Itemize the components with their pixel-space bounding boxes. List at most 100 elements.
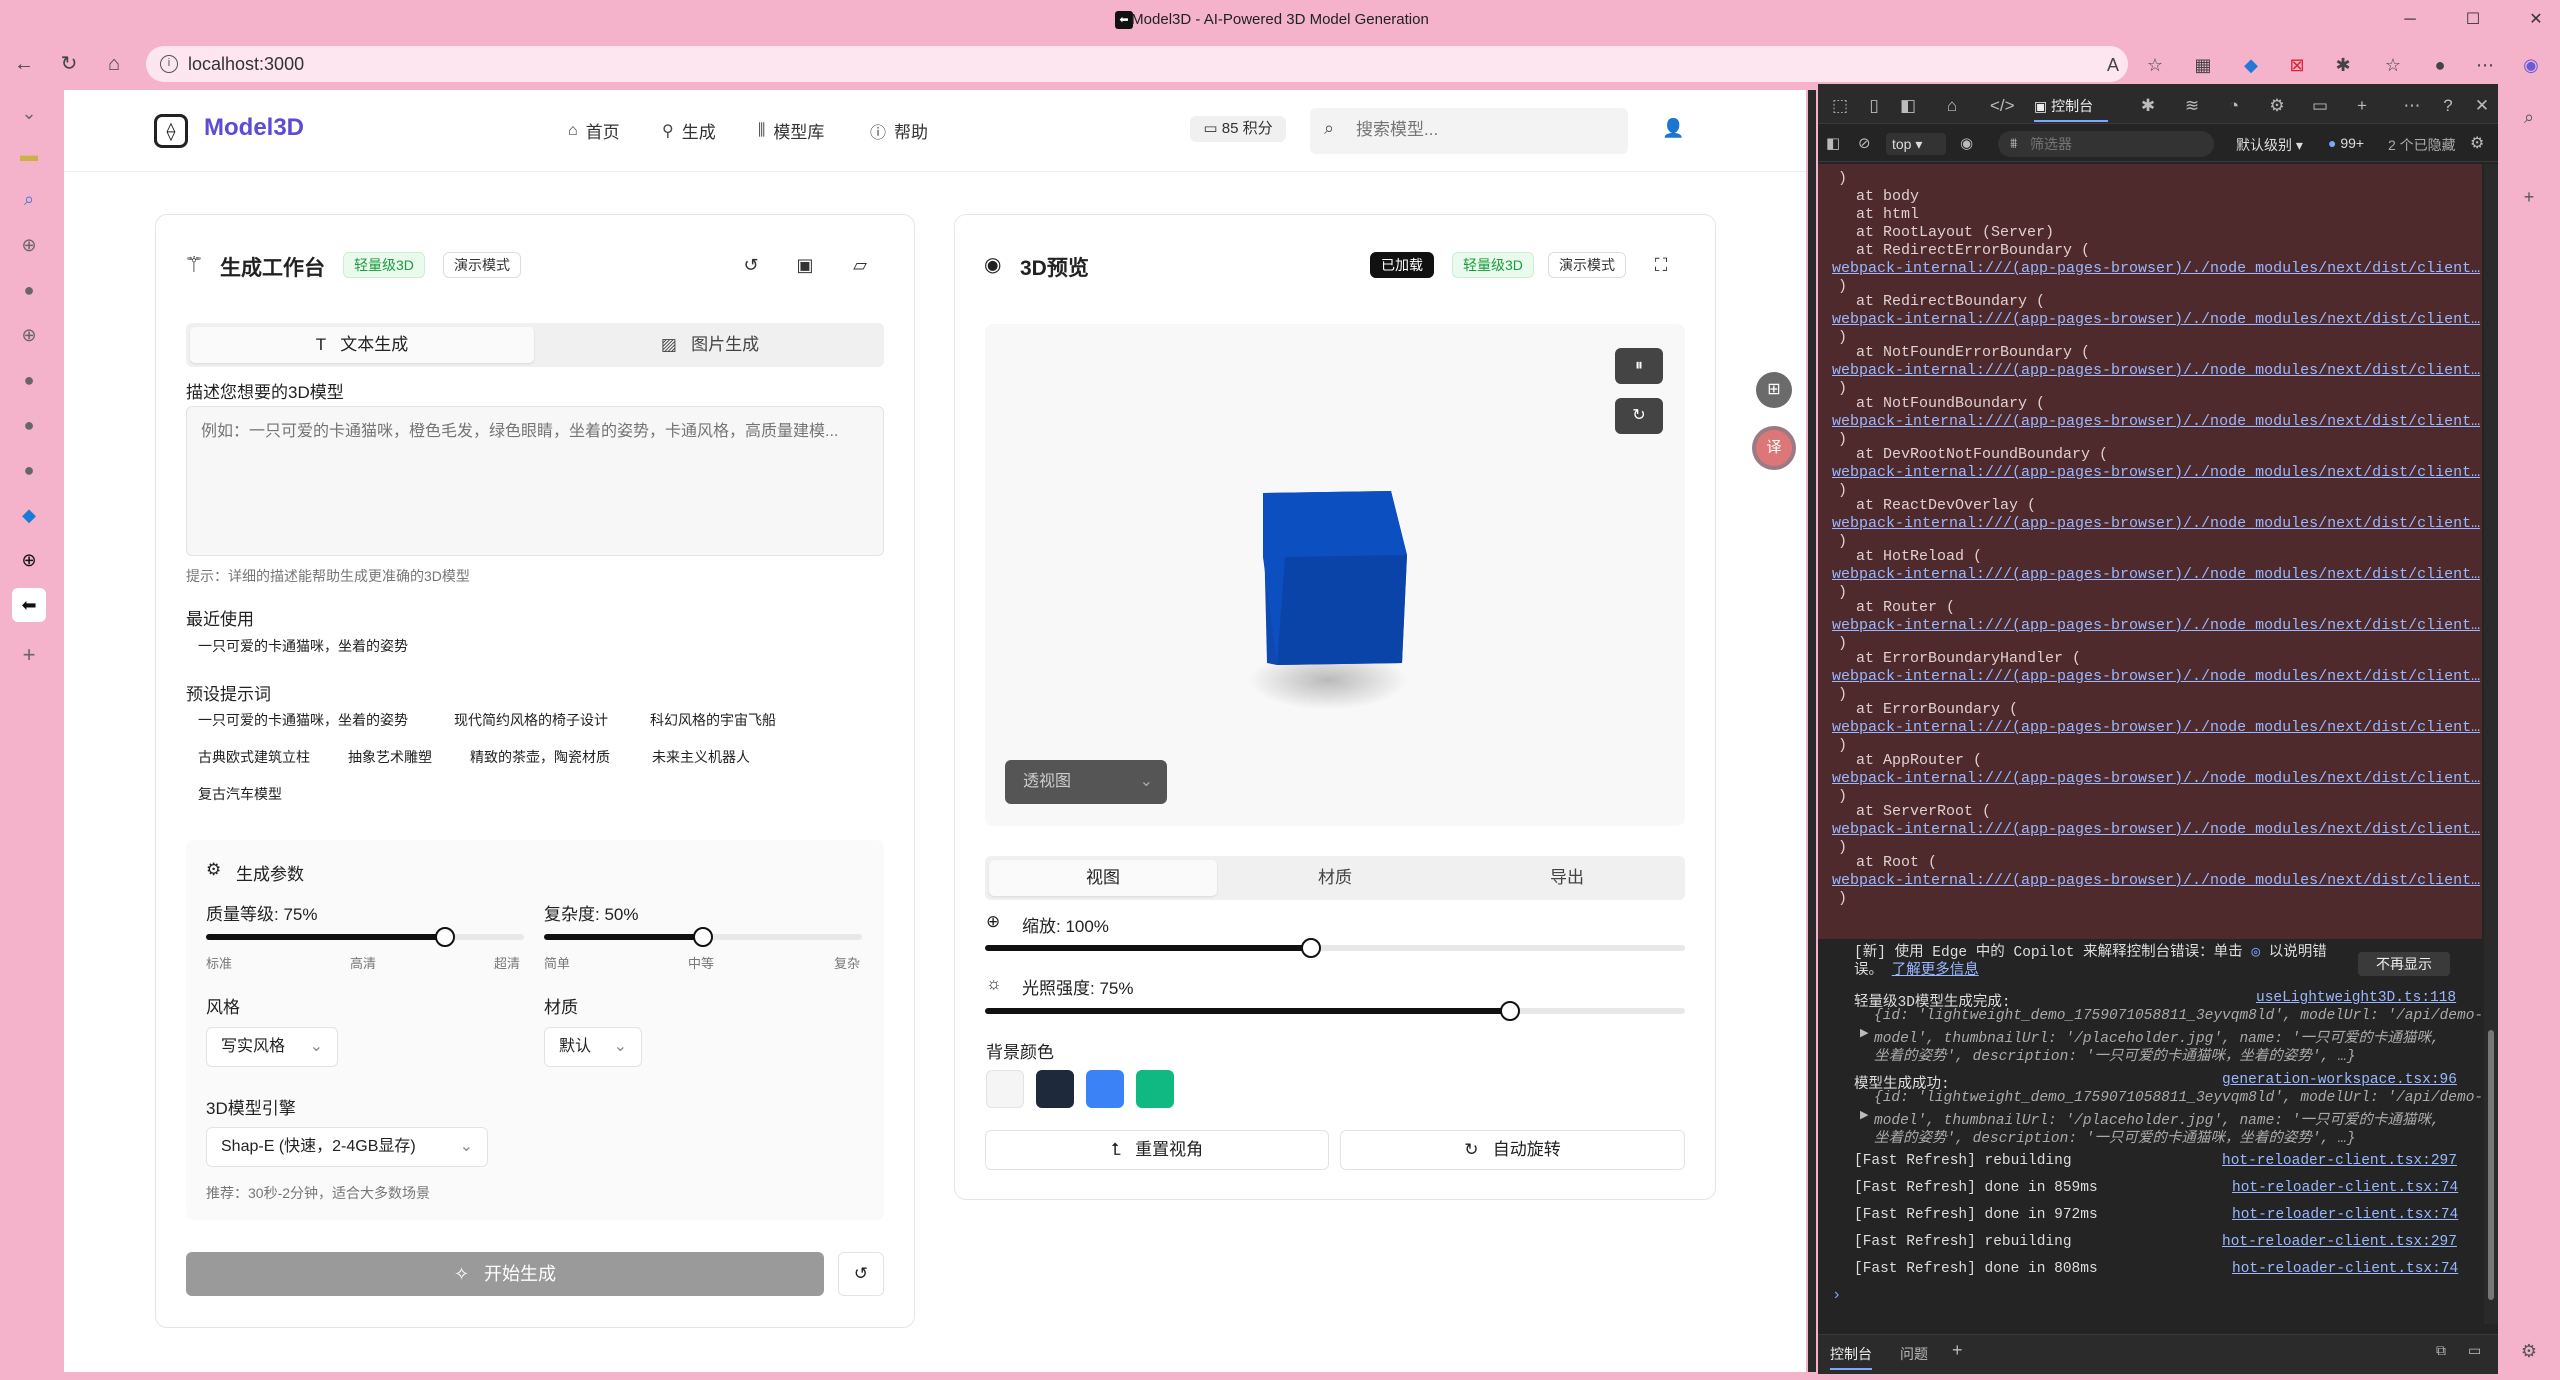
home-icon[interactable]: ⌂ (100, 50, 128, 78)
nav-library[interactable]: ⫼ 模型库 (758, 118, 824, 143)
preset-chip[interactable]: 精致的茶壶，陶瓷材质 (462, 743, 618, 771)
tab-globe-icon[interactable]: ⊕ (12, 228, 46, 262)
folder-open-icon[interactable]: ▱ (845, 250, 875, 280)
stack-source-link[interactable]: webpack-internal:///(app-pages-browser)/… (1832, 719, 2482, 737)
tab-export[interactable]: 导出 (1453, 860, 1681, 896)
application-icon[interactable]: ▭ (2308, 94, 2332, 118)
log-object[interactable]: {id: 'lightweight_demo_1759071058811_3ey… (1874, 1090, 2483, 1106)
extension-icon[interactable]: ⊠ (2284, 52, 2310, 78)
log-source-link[interactable]: useLightweight3D.ts:118 (2256, 990, 2456, 1006)
copilot-icon[interactable]: ◉ (2518, 52, 2544, 78)
expand-caret-icon[interactable]: ▶ (1860, 1108, 1868, 1121)
stack-source-link[interactable]: webpack-internal:///(app-pages-browser)/… (1832, 260, 2482, 278)
collections-icon[interactable]: ☆ (2380, 52, 2406, 78)
sidebar-settings-icon[interactable]: ⚙ (2514, 1336, 2544, 1366)
close-devtools-icon[interactable]: ✕ (2470, 94, 2494, 118)
elements-tab-icon[interactable]: </> (1990, 94, 2015, 118)
context-select[interactable]: top ▾ (1886, 133, 1946, 155)
minimize-button[interactable]: ─ (2395, 6, 2425, 34)
cube-model[interactable] (1255, 485, 1415, 670)
eye-icon[interactable]: ◉ (1960, 134, 1973, 152)
tab-material[interactable]: 材质 (1221, 860, 1449, 896)
devtools-resizer[interactable] (1808, 90, 1816, 1372)
maximize-button[interactable]: ☐ (2458, 6, 2488, 34)
preset-chip[interactable]: 抽象艺术雕塑 (340, 743, 440, 771)
preset-chip[interactable]: 复古汽车模型 (190, 780, 290, 808)
logo-text[interactable]: Model3D (204, 114, 304, 142)
zoom-slider-thumb[interactable] (1300, 938, 1321, 958)
grid-plus-icon[interactable]: ⊞ (1756, 372, 1792, 408)
generate-button[interactable]: ✧ 开始生成 (186, 1252, 824, 1296)
sidebar-add-icon[interactable]: + (2514, 182, 2544, 212)
translate-icon[interactable]: 译 (1756, 430, 1792, 466)
stack-source-link[interactable]: webpack-internal:///(app-pages-browser)/… (1832, 668, 2482, 686)
tab-search-icon[interactable]: ⌕ (12, 182, 46, 216)
nav-home[interactable]: ⌂ 首页 (568, 118, 620, 143)
tab-favicon-icon[interactable]: ● (12, 453, 46, 487)
tab-console[interactable]: ▣ 控制台 (2034, 92, 2108, 122)
fullscreen-icon[interactable]: ⛶ (1646, 250, 1676, 280)
quality-slider-thumb[interactable] (434, 927, 455, 947)
log-source-link[interactable]: hot-reloader-client.tsx:297 (2222, 1234, 2457, 1250)
expand-caret-icon[interactable]: ▶ (1860, 1026, 1868, 1039)
dock-icon[interactable]: ⧉ (2436, 1342, 2446, 1359)
reset-view-button[interactable]: ⮤ 重置视角 (985, 1130, 1329, 1170)
extension-icon[interactable]: ◆ (2238, 52, 2264, 78)
learn-more-link[interactable]: 了解更多信息 (1892, 963, 1979, 979)
engine-select[interactable]: Shap-E (快速，2-4GB显存) ⌄ (206, 1127, 488, 1167)
profile-avatar-icon[interactable]: ● (2427, 52, 2453, 78)
url-text[interactable]: localhost:3000 (188, 54, 304, 75)
tab-list-chevron-icon[interactable]: ⌄ (12, 96, 46, 130)
auto-rotate-button[interactable]: ↻ 自动旋转 (1340, 1130, 1685, 1170)
stack-source-link[interactable]: webpack-internal:///(app-pages-browser)/… (1832, 770, 2482, 788)
close-drawer-icon[interactable]: ▭ (2468, 1342, 2481, 1359)
stack-source-link[interactable]: webpack-internal:///(app-pages-browser)/… (1832, 311, 2482, 329)
read-aloud-icon[interactable]: A (2100, 52, 2126, 78)
stack-source-link[interactable]: webpack-internal:///(app-pages-browser)/… (1832, 362, 2482, 380)
logo-icon[interactable]: ⟠ (154, 114, 188, 148)
more-tools-icon[interactable]: ⋯ (2400, 94, 2424, 118)
bg-swatch-blue[interactable] (1086, 1070, 1124, 1108)
tab-favicon-icon[interactable]: ● (12, 273, 46, 307)
sources-bug-icon[interactable]: ✱ (2136, 94, 2160, 118)
save-icon[interactable]: ▣ (790, 250, 820, 280)
user-icon[interactable]: 👤 (1662, 118, 1684, 140)
pause-icon[interactable]: ⏸ (1615, 348, 1663, 384)
stack-source-link[interactable]: webpack-internal:///(app-pages-browser)/… (1832, 413, 2482, 431)
light-slider-thumb[interactable] (1500, 1001, 1520, 1021)
network-wifi-icon[interactable]: ≋ (2180, 94, 2204, 118)
bg-swatch-dark[interactable] (1036, 1070, 1074, 1108)
preset-chip[interactable]: 科幻风格的宇宙飞船 (642, 706, 784, 734)
filter-input[interactable] (2030, 132, 2200, 156)
search-input[interactable] (1356, 114, 1616, 146)
tab-globe-icon[interactable]: ⊕ (12, 318, 46, 352)
sidebar-toggle-icon[interactable]: ◧ (1896, 94, 1920, 118)
stack-source-link[interactable]: webpack-internal:///(app-pages-browser)/… (1832, 566, 2482, 584)
complexity-slider-thumb[interactable] (693, 927, 713, 947)
performance-icon[interactable]: ◔ (2222, 94, 2246, 118)
tab-model3d-active-icon[interactable]: ⬅ (12, 588, 46, 622)
address-bar[interactable] (146, 46, 2128, 82)
more-menu-icon[interactable]: ⋯ (2472, 52, 2498, 78)
preset-chip[interactable]: 未来主义机器人 (644, 743, 758, 771)
sidebar-search-icon[interactable]: ⌕ (2514, 102, 2544, 132)
stack-source-link[interactable]: webpack-internal:///(app-pages-browser)/… (1832, 872, 2482, 890)
log-source-link[interactable]: generation-workspace.tsx:96 (2222, 1072, 2457, 1088)
info-icon[interactable]: i (160, 55, 178, 73)
extension-icon[interactable]: ▦ (2190, 52, 2216, 78)
add-drawer-tab-icon[interactable]: + (1952, 1340, 1963, 1361)
tab-favicon-icon[interactable]: ● (12, 363, 46, 397)
rotate-icon[interactable]: ↻ (1615, 398, 1663, 434)
issues-count[interactable]: ● 99+ (2328, 135, 2364, 151)
preset-chip[interactable]: 古典欧式建筑立柱 (190, 743, 318, 771)
help-icon[interactable]: ? (2436, 94, 2460, 118)
new-tab-icon[interactable]: + (12, 638, 46, 672)
log-object[interactable]: {id: 'lightweight_demo_1759071058811_3ey… (1874, 1008, 2483, 1024)
bg-swatch-green[interactable] (1136, 1070, 1174, 1108)
tab-favicon-icon[interactable]: ▬ (12, 138, 46, 172)
clear-console-icon[interactable]: ⊘ (1858, 134, 1871, 152)
inspect-element-icon[interactable]: ⬚ (1828, 94, 1852, 118)
preset-chip[interactable]: 一只可爱的卡通猫咪，坐着的姿势 (190, 706, 416, 734)
style-select[interactable]: 写实风格 ⌄ (206, 1027, 338, 1067)
stack-source-link[interactable]: webpack-internal:///(app-pages-browser)/… (1832, 821, 2482, 839)
